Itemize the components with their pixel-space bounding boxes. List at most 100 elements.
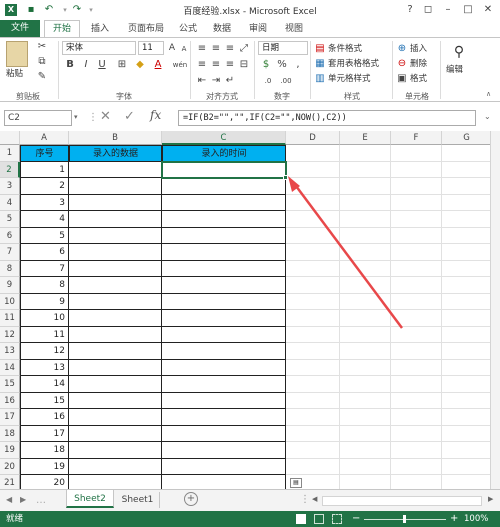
cell[interactable]: [340, 277, 391, 294]
cell[interactable]: [391, 425, 442, 442]
format-cells-button[interactable]: 格式: [410, 73, 427, 85]
maximize-icon[interactable]: □: [460, 2, 476, 18]
serial-number-cell[interactable]: 20: [20, 475, 69, 489]
conditional-format-icon[interactable]: ▤: [314, 43, 326, 55]
font-size-select[interactable]: 11: [138, 41, 164, 55]
borders-icon[interactable]: ⊞: [116, 59, 128, 71]
serial-number-cell[interactable]: 12: [20, 343, 69, 360]
font-name-select[interactable]: 宋体: [62, 41, 136, 55]
worksheet-grid[interactable]: A B C D E F G 1 序号 录入的数据 录入的时间 2 1 3 2 4 3 5 4 6 5 7 6 8 7 9 8 10 9 1…: [0, 131, 490, 489]
cell[interactable]: [286, 260, 340, 277]
collapse-ribbon-icon[interactable]: ∧: [486, 90, 491, 98]
accounting-icon[interactable]: $: [260, 59, 272, 71]
row-header[interactable]: 9: [0, 277, 20, 294]
row-header[interactable]: 3: [0, 178, 20, 195]
minimize-icon[interactable]: –: [440, 2, 456, 18]
row-header[interactable]: 13: [0, 343, 20, 360]
cell[interactable]: [391, 392, 442, 409]
serial-number-cell[interactable]: 14: [20, 376, 69, 393]
cell-styles-button[interactable]: 单元格样式: [328, 73, 371, 85]
cell[interactable]: [340, 326, 391, 343]
cell[interactable]: [286, 194, 340, 211]
cell[interactable]: [391, 326, 442, 343]
table-header-cell[interactable]: 序号: [20, 145, 69, 162]
cell[interactable]: [391, 343, 442, 360]
serial-number-cell[interactable]: 17: [20, 425, 69, 442]
cell[interactable]: [340, 343, 391, 360]
cell[interactable]: [286, 409, 340, 426]
serial-number-cell[interactable]: 7: [20, 260, 69, 277]
page-layout-view-icon[interactable]: [314, 514, 324, 524]
font-color-button[interactable]: A: [152, 59, 164, 71]
cell[interactable]: [286, 161, 340, 178]
table-cell[interactable]: [162, 244, 286, 261]
cell[interactable]: [286, 244, 340, 261]
table-cell[interactable]: [69, 178, 162, 195]
sheet-tab-sheet1[interactable]: Sheet1: [116, 492, 160, 508]
table-cell[interactable]: [69, 161, 162, 178]
cell[interactable]: [286, 227, 340, 244]
cell[interactable]: [442, 360, 490, 376]
table-cell[interactable]: [162, 310, 286, 327]
name-box[interactable]: C2: [4, 110, 72, 126]
page-break-view-icon[interactable]: [332, 514, 342, 524]
table-cell[interactable]: [69, 211, 162, 228]
percent-button[interactable]: %: [276, 59, 288, 71]
row-header[interactable]: 19: [0, 442, 20, 459]
cell[interactable]: [286, 178, 340, 195]
table-cell[interactable]: [162, 409, 286, 426]
cell[interactable]: [391, 178, 442, 195]
undo-icon[interactable]: ↶: [42, 3, 56, 17]
cell[interactable]: [442, 261, 490, 277]
redo-icon[interactable]: ↷: [70, 3, 84, 17]
row-header[interactable]: 18: [0, 425, 20, 442]
cell[interactable]: [340, 293, 391, 310]
format-painter-icon[interactable]: ✎: [36, 71, 48, 83]
cell[interactable]: [442, 310, 490, 327]
customize-qa-icon[interactable]: ▾: [84, 3, 98, 17]
table-cell[interactable]: [69, 442, 162, 459]
align-bottom-icon[interactable]: ≡: [224, 43, 236, 55]
cell[interactable]: [442, 277, 490, 294]
tab-data[interactable]: 数据: [206, 21, 238, 37]
zoom-in-icon[interactable]: +: [450, 511, 458, 527]
paste-button-label[interactable]: 粘贴: [6, 68, 23, 80]
new-sheet-icon[interactable]: +: [184, 492, 198, 506]
shrink-font-icon[interactable]: A: [178, 43, 190, 55]
row-header[interactable]: 20: [0, 458, 20, 475]
horizontal-scrollbar[interactable]: [322, 496, 482, 506]
cut-icon[interactable]: ✂: [36, 41, 48, 53]
table-cell[interactable]: [69, 227, 162, 244]
cell[interactable]: [391, 145, 442, 162]
save-icon[interactable]: ▪: [24, 3, 38, 17]
cell[interactable]: [391, 244, 442, 261]
cell[interactable]: [391, 260, 442, 277]
table-header-cell[interactable]: 录入的数据: [69, 145, 162, 162]
cell[interactable]: [391, 409, 442, 426]
cell[interactable]: [286, 310, 340, 327]
table-cell[interactable]: [69, 326, 162, 343]
align-top-icon[interactable]: ≡: [196, 43, 208, 55]
table-cell[interactable]: [162, 376, 286, 393]
serial-number-cell[interactable]: 4: [20, 211, 69, 228]
table-cell[interactable]: [162, 194, 286, 211]
table-cell[interactable]: [69, 194, 162, 211]
cell[interactable]: [442, 327, 490, 343]
serial-number-cell[interactable]: 8: [20, 277, 69, 294]
editing-button[interactable]: 编辑: [446, 64, 463, 76]
normal-view-icon[interactable]: [296, 514, 306, 524]
cell[interactable]: [340, 359, 391, 376]
cell[interactable]: [340, 211, 391, 228]
close-icon[interactable]: ✕: [480, 2, 496, 18]
cell[interactable]: [340, 442, 391, 459]
column-header-c[interactable]: C: [162, 131, 286, 145]
cell[interactable]: [391, 194, 442, 211]
cell[interactable]: [391, 293, 442, 310]
zoom-out-icon[interactable]: −: [352, 511, 360, 527]
table-cell[interactable]: [69, 293, 162, 310]
table-cell[interactable]: [69, 458, 162, 475]
expand-formula-icon[interactable]: ⌄: [484, 112, 491, 121]
table-cell[interactable]: [69, 244, 162, 261]
phonetic-button[interactable]: wén: [172, 59, 188, 71]
cell[interactable]: [442, 393, 490, 409]
